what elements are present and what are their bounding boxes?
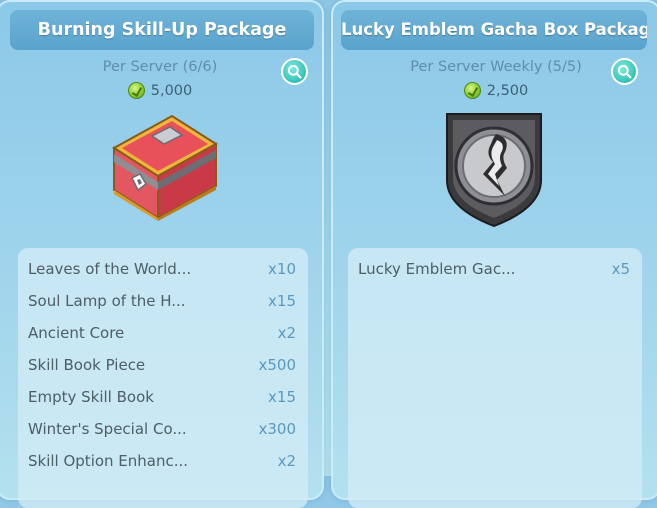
item-quantity: x300 xyxy=(258,420,296,438)
green-coin-icon xyxy=(463,82,481,99)
list-item: Winter's Special Co... x300 xyxy=(28,420,296,442)
price-value: 2,500 xyxy=(486,82,529,99)
green-coin-icon xyxy=(127,82,145,99)
price-row: 2,500 xyxy=(333,82,657,99)
item-name: Leaves of the World... xyxy=(28,260,192,278)
list-item: Leaves of the World... x10 xyxy=(28,260,296,282)
item-name: Soul Lamp of the H... xyxy=(28,292,186,310)
list-item: Lucky Emblem Gac... x5 xyxy=(358,260,630,282)
item-quantity: x15 xyxy=(268,388,296,406)
price-row: 5,000 xyxy=(0,82,322,99)
list-item: Skill Option Enhanc... x2 xyxy=(28,452,296,474)
package-title: Burning Skill-Up Package xyxy=(10,10,314,50)
item-quantity: x2 xyxy=(277,324,296,342)
item-quantity: x10 xyxy=(268,260,296,278)
price-value: 5,000 xyxy=(150,82,193,99)
purchase-limit: Per Server (6/6) xyxy=(102,59,218,75)
package-card-lucky-emblem[interactable]: Lucky Emblem Gacha Box Package Per Serve… xyxy=(331,0,657,508)
magnifier-search-icon[interactable] xyxy=(611,58,638,85)
package-card-burning-skill-up[interactable]: Burning Skill-Up Package Per Server (6/6… xyxy=(0,0,324,508)
item-quantity: x5 xyxy=(611,260,630,278)
package-title: Lucky Emblem Gacha Box Package xyxy=(341,10,647,50)
item-quantity: x2 xyxy=(277,452,296,470)
treasure-chest-icon xyxy=(112,114,218,221)
item-name: Ancient Core xyxy=(28,324,125,342)
list-item: Skill Book Piece x500 xyxy=(28,356,296,378)
purchase-limit: Per Server Weekly (5/5) xyxy=(410,59,582,75)
item-quantity: x15 xyxy=(268,292,296,310)
item-name: Lucky Emblem Gac... xyxy=(358,260,516,278)
package-contents-list: Lucky Emblem Gac... x5 xyxy=(348,248,642,508)
list-item: Ancient Core x2 xyxy=(28,324,296,346)
item-quantity: x500 xyxy=(258,356,296,374)
list-item: Soul Lamp of the H... x15 xyxy=(28,292,296,314)
package-contents-list: Leaves of the World... x10 Soul Lamp of … xyxy=(18,248,308,508)
emblem-shield-icon xyxy=(446,113,542,228)
list-item: Empty Skill Book x15 xyxy=(28,388,296,410)
magnifier-search-icon[interactable] xyxy=(281,58,308,85)
item-name: Skill Book Piece xyxy=(28,356,146,374)
item-name: Skill Option Enhanc... xyxy=(28,452,189,470)
item-name: Empty Skill Book xyxy=(28,388,154,406)
item-name: Winter's Special Co... xyxy=(28,420,187,438)
